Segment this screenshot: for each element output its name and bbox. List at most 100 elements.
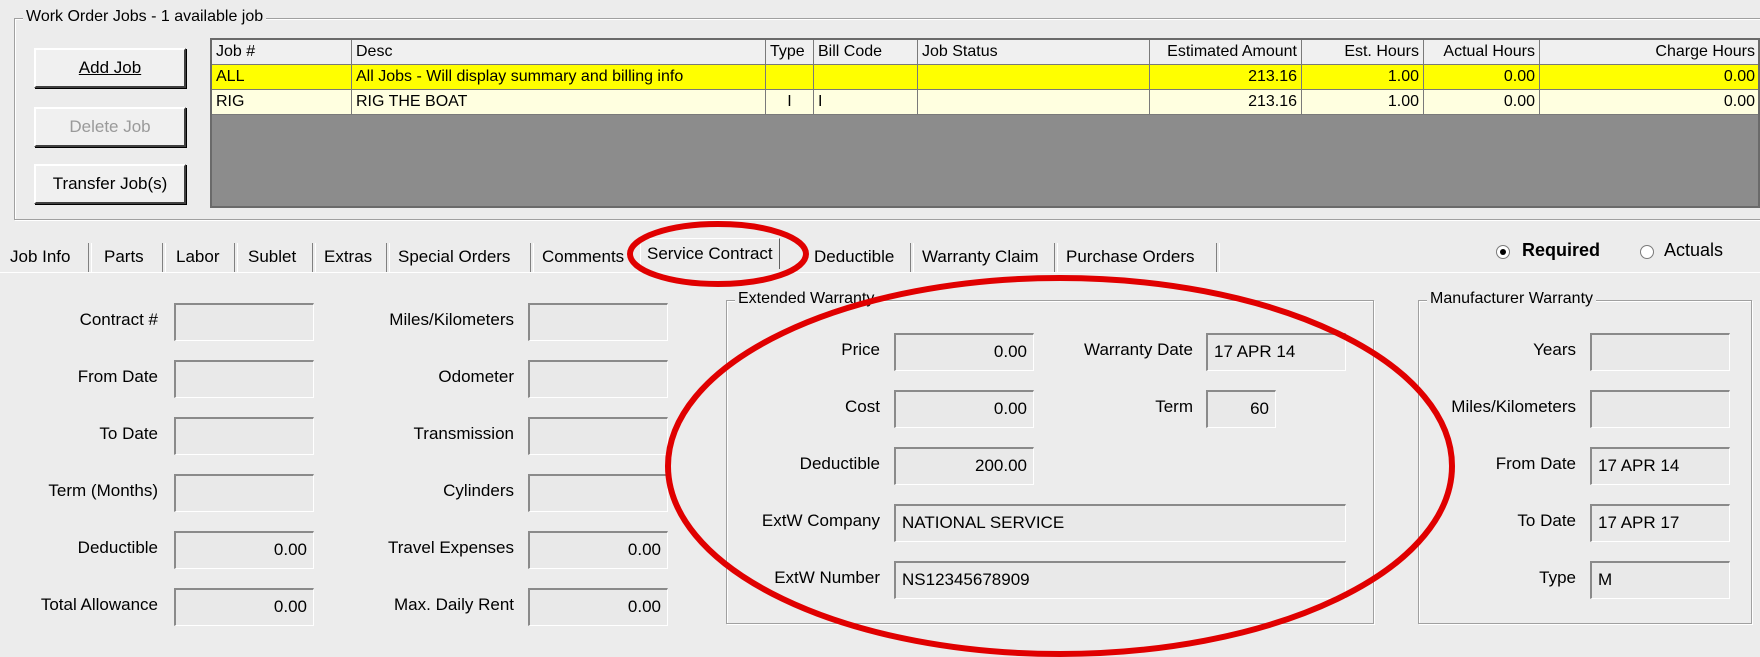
cell-estimated-amount[interactable]: 213.16 xyxy=(1150,65,1302,90)
cell-bill-code[interactable]: I xyxy=(814,90,918,115)
ext-deductible-field[interactable]: 200.00 xyxy=(894,447,1034,485)
mfr-miles-label: Miles/Kilometers xyxy=(1451,397,1576,416)
tab-deductible-label: Deductible xyxy=(814,247,895,266)
mfr-to-date-label: To Date xyxy=(1517,511,1576,530)
ext-price-field[interactable]: 0.00 xyxy=(894,333,1034,371)
contract-deductible-field[interactable]: 0.00 xyxy=(174,531,314,569)
col-header-bill-code[interactable]: Bill Code xyxy=(814,40,918,65)
work-order-jobs-title: Work Order Jobs - 1 available job xyxy=(23,7,267,27)
tab-service-contract[interactable]: Service Contract xyxy=(640,238,780,269)
travel-expenses-label: Travel Expenses xyxy=(388,538,514,557)
required-label[interactable]: Required xyxy=(1522,240,1600,261)
tab-divider xyxy=(162,243,166,273)
mfr-years-field[interactable] xyxy=(1590,333,1730,371)
ext-price-label: Price xyxy=(841,340,880,359)
ext-term-field[interactable]: 60 xyxy=(1206,390,1276,428)
tab-divider xyxy=(234,243,238,273)
tab-special-orders[interactable]: Special Orders xyxy=(398,244,510,270)
col-header-actual-hours[interactable]: Actual Hours xyxy=(1424,40,1540,65)
tab-parts[interactable]: Parts xyxy=(104,244,144,270)
mfr-years-label: Years xyxy=(1533,340,1576,359)
total-allowance-label: Total Allowance xyxy=(40,595,158,614)
cylinders-field[interactable] xyxy=(528,474,668,512)
cell-desc[interactable]: RIG THE BOAT xyxy=(352,90,766,115)
transfer-jobs-button[interactable]: Transfer Job(s) xyxy=(34,164,186,204)
mfr-type-field[interactable]: M xyxy=(1590,561,1730,599)
tab-sublet-label: Sublet xyxy=(248,247,297,266)
ext-number-label: ExtW Number xyxy=(774,568,880,587)
transmission-field[interactable] xyxy=(528,417,668,455)
term-months-label: Term (Months) xyxy=(48,481,158,500)
ext-deductible-label: Deductible xyxy=(799,454,880,473)
tab-divider xyxy=(312,243,316,273)
cell-est-hours[interactable]: 1.00 xyxy=(1302,65,1424,90)
manufacturer-warranty-title: Manufacturer Warranty xyxy=(1427,289,1597,309)
delete-job-button[interactable]: Delete Job xyxy=(34,107,186,147)
from-date-field[interactable] xyxy=(174,360,314,398)
cell-type[interactable] xyxy=(766,65,814,90)
ext-company-field[interactable]: NATIONAL SERVICE xyxy=(894,504,1346,542)
col-header-estimated-amount[interactable]: Estimated Amount xyxy=(1150,40,1302,65)
ext-cost-field[interactable]: 0.00 xyxy=(894,390,1034,428)
tab-warranty-claim[interactable]: Warranty Claim xyxy=(922,244,1039,270)
contract-number-label: Contract # xyxy=(79,310,158,329)
mfr-miles-field[interactable] xyxy=(1590,390,1730,428)
add-job-label: Add Job xyxy=(78,58,142,77)
cell-desc[interactable]: All Jobs - Will display summary and bill… xyxy=(352,65,766,90)
mfr-from-date-label: From Date xyxy=(1495,454,1576,473)
tab-extras[interactable]: Extras xyxy=(324,244,372,270)
tab-comments-label: Comments xyxy=(542,247,625,266)
tab-deductible[interactable]: Deductible xyxy=(814,244,894,270)
cell-type[interactable]: I xyxy=(766,90,814,115)
ext-warranty-date-field[interactable]: 17 APR 14 xyxy=(1206,333,1346,371)
miles-kilometers-field[interactable] xyxy=(528,303,668,341)
transfer-jobs-label: Transfer Job(s) xyxy=(52,174,168,193)
cell-job-no[interactable]: ALL xyxy=(212,65,352,90)
total-allowance-field[interactable]: 0.00 xyxy=(174,588,314,626)
tab-service-contract-label: Service Contract xyxy=(647,244,773,263)
contract-number-field[interactable] xyxy=(174,303,314,341)
cell-charge-hours[interactable]: 0.00 xyxy=(1540,65,1758,90)
tab-labor[interactable]: Labor xyxy=(176,244,219,270)
tab-special-orders-label: Special Orders xyxy=(398,247,511,266)
tab-parts-label: Parts xyxy=(104,247,144,266)
cell-actual-hours[interactable]: 0.00 xyxy=(1424,65,1540,90)
odometer-field[interactable] xyxy=(528,360,668,398)
to-date-label: To Date xyxy=(99,424,158,443)
cell-job-status[interactable] xyxy=(918,90,1150,115)
travel-expenses-field[interactable]: 0.00 xyxy=(528,531,668,569)
col-header-job-no[interactable]: Job # xyxy=(212,40,352,65)
cell-bill-code[interactable] xyxy=(814,65,918,90)
cell-charge-hours[interactable]: 0.00 xyxy=(1540,90,1758,115)
col-header-est-hours[interactable]: Est. Hours xyxy=(1302,40,1424,65)
actuals-label[interactable]: Actuals xyxy=(1664,240,1723,261)
to-date-field[interactable] xyxy=(174,417,314,455)
cell-job-status[interactable] xyxy=(918,65,1150,90)
mfr-from-date-field[interactable]: 17 APR 14 xyxy=(1590,447,1730,485)
col-header-type[interactable]: Type xyxy=(766,40,814,65)
required-radio[interactable] xyxy=(1496,245,1510,259)
col-header-desc[interactable]: Desc xyxy=(352,40,766,65)
tab-comments[interactable]: Comments xyxy=(542,244,624,270)
add-job-button[interactable]: Add Job xyxy=(34,48,186,88)
col-header-charge-hours[interactable]: Charge Hours xyxy=(1540,40,1758,65)
col-header-job-status[interactable]: Job Status xyxy=(918,40,1150,65)
delete-job-label: Delete Job xyxy=(69,117,151,136)
cell-est-hours[interactable]: 1.00 xyxy=(1302,90,1424,115)
miles-kilometers-label: Miles/Kilometers xyxy=(389,310,514,329)
tab-purchase-orders[interactable]: Purchase Orders xyxy=(1066,244,1195,270)
cell-job-no[interactable]: RIG xyxy=(212,90,352,115)
term-months-field[interactable] xyxy=(174,474,314,512)
cell-actual-hours[interactable]: 0.00 xyxy=(1424,90,1540,115)
cell-estimated-amount[interactable]: 213.16 xyxy=(1150,90,1302,115)
ext-term-label: Term xyxy=(1155,397,1193,416)
ext-number-field[interactable]: NS12345678909 xyxy=(894,561,1346,599)
tab-sublet[interactable]: Sublet xyxy=(248,244,296,270)
tab-job-info[interactable]: Job Info xyxy=(10,244,71,270)
extended-warranty-title: Extended Warranty xyxy=(735,289,878,309)
max-daily-rent-field[interactable]: 0.00 xyxy=(528,588,668,626)
mfr-to-date-field[interactable]: 17 APR 17 xyxy=(1590,504,1730,542)
actuals-radio[interactable] xyxy=(1640,245,1654,259)
tab-job-info-label: Job Info xyxy=(10,247,71,266)
jobs-grid[interactable]: Job # Desc Type Bill Code Job Status Est… xyxy=(210,38,1760,208)
